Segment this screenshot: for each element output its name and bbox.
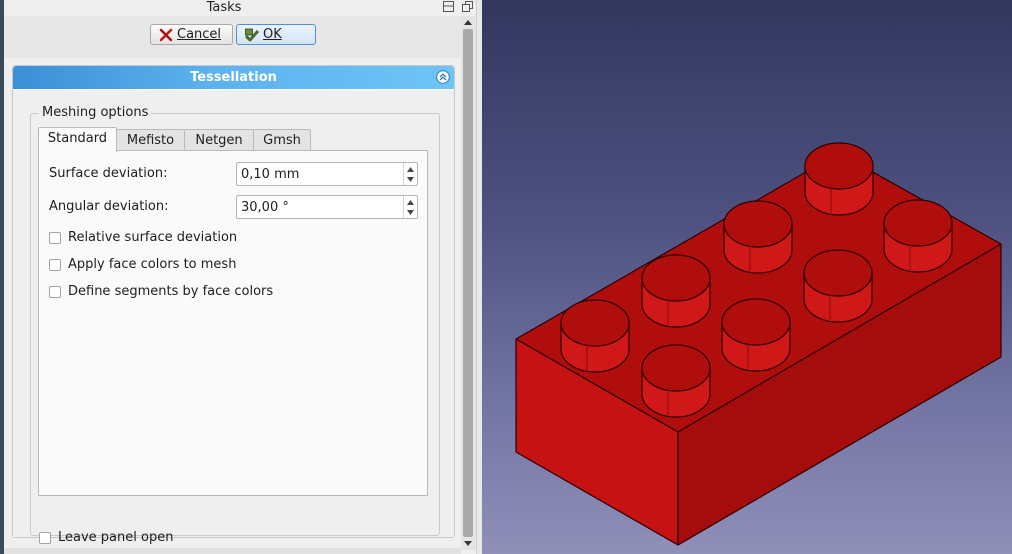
ok-icon: [245, 28, 259, 41]
ok-label: OK: [263, 27, 282, 42]
tessellation-taskbox: Tessellation Meshing options Standard Me…: [12, 65, 455, 545]
checkbox-label: Leave panel open: [58, 530, 174, 545]
relative-surface-deviation-checkbox[interactable]: Relative surface deviation: [49, 230, 237, 245]
ok-button[interactable]: OK: [236, 24, 316, 45]
minimize-icon[interactable]: [443, 1, 454, 12]
checkbox-label: Define segments by face colors: [68, 284, 274, 299]
angular-deviation-label: Angular deviation:: [49, 199, 169, 214]
taskbox-header[interactable]: Tessellation: [13, 66, 454, 89]
stud: [721, 298, 791, 372]
spin-down-icon[interactable]: [406, 174, 415, 184]
brick-model: [515, 142, 1002, 546]
stud: [641, 254, 711, 328]
scroll-down-icon[interactable]: [463, 540, 473, 548]
stud: [560, 299, 630, 373]
stud: [723, 200, 793, 274]
apply-face-colors-checkbox[interactable]: Apply face colors to mesh: [49, 257, 236, 272]
scroll-thumb[interactable]: [463, 29, 473, 537]
tab-netgen[interactable]: Netgen: [184, 129, 254, 151]
spin-up-icon[interactable]: [406, 164, 415, 174]
tab-gmsh[interactable]: Gmsh: [253, 129, 311, 151]
scroll-up-icon[interactable]: [463, 18, 473, 26]
tab-standard[interactable]: Standard: [38, 127, 117, 152]
collapse-icon[interactable]: [436, 70, 450, 84]
cancel-button[interactable]: Cancel: [150, 24, 233, 45]
checkbox-label: Relative surface deviation: [68, 230, 238, 245]
dock-titlebar: Tasks: [4, 0, 480, 16]
float-icon[interactable]: [462, 1, 473, 12]
taskbox-title: Tessellation: [190, 70, 277, 85]
3d-viewport[interactable]: [482, 0, 1012, 554]
meshing-options-title: Meshing options: [39, 105, 152, 120]
stud: [641, 344, 711, 418]
surface-deviation-stepper[interactable]: [403, 163, 417, 185]
surface-deviation-spinbox[interactable]: [236, 162, 418, 186]
cancel-label: Cancel: [177, 27, 222, 42]
checkbox-label: Apply face colors to mesh: [68, 257, 237, 272]
stud: [803, 249, 873, 323]
dialog-button-row: Cancel OK: [4, 16, 461, 58]
surface-deviation-input[interactable]: [237, 163, 401, 185]
angular-deviation-input[interactable]: [237, 196, 401, 218]
taskbox-body: Meshing options Standard Mefisto Netgen …: [13, 90, 454, 545]
stud: [883, 199, 953, 273]
checkbox-box[interactable]: [49, 258, 61, 271]
angular-deviation-stepper[interactable]: [403, 196, 417, 218]
panel-scrollbar[interactable]: [461, 16, 476, 550]
checkbox-box[interactable]: [39, 531, 51, 544]
panel-bottom-edge: [4, 548, 461, 554]
surface-deviation-label: Surface deviation:: [49, 166, 168, 181]
spin-up-icon[interactable]: [406, 197, 415, 207]
spin-down-icon[interactable]: [406, 207, 415, 217]
stud: [804, 142, 874, 216]
dock-title: Tasks: [206, 0, 242, 15]
standard-tab-page: Surface deviation: Angular deviation: Re…: [38, 150, 428, 496]
angular-deviation-spinbox[interactable]: [236, 195, 418, 219]
leave-panel-open-checkbox[interactable]: Leave panel open: [39, 530, 173, 545]
checkbox-box[interactable]: [49, 231, 61, 244]
cancel-icon: [159, 28, 173, 41]
define-segments-checkbox[interactable]: Define segments by face colors: [49, 284, 273, 299]
tab-mefisto[interactable]: Mefisto: [116, 129, 185, 151]
checkbox-box[interactable]: [49, 285, 61, 298]
